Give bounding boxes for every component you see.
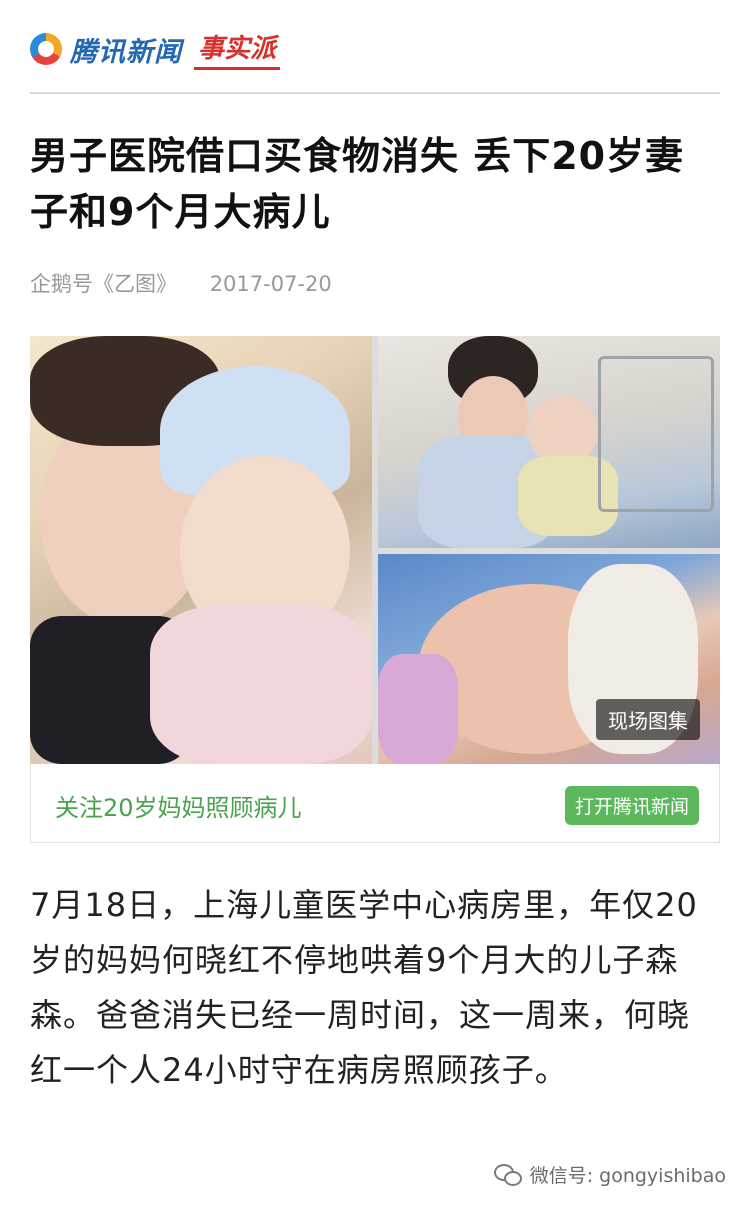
wechat-watermark: 微信号: gongyishibao (493, 1161, 726, 1188)
open-app-button[interactable]: 打开腾讯新闻 (564, 786, 699, 825)
article-title: 男子医院借口买食物消失 丢下20岁妻子和9个月大病儿 (30, 134, 685, 234)
gallery-photo-hospital-bed[interactable] (378, 336, 720, 548)
article-date: 2017-07-20 (209, 272, 332, 296)
gallery-photo-mother-and-baby[interactable] (30, 336, 372, 764)
baby-clothes-shape (150, 606, 372, 764)
wechat-icon (493, 1163, 522, 1186)
app-header: 腾讯新闻 事实派 (30, 24, 281, 74)
watermark-text: 微信号: gongyishibao (529, 1165, 726, 1187)
blanket-shape (378, 654, 458, 764)
article-meta: 企鹅号《乙图》 2017-07-20 (30, 268, 332, 298)
gallery-caption[interactable]: 关注20岁妈妈照顾病儿 (55, 788, 302, 823)
bed-rail-shape (598, 356, 714, 512)
tencent-news-logo-icon (30, 33, 62, 65)
brand-name: 腾讯新闻 (70, 36, 182, 68)
column-badge: 事实派 (194, 28, 281, 70)
gallery-badge[interactable]: 现场图集 (596, 699, 700, 740)
gallery-caption-bar: 关注20岁妈妈照顾病儿 打开腾讯新闻 (30, 764, 720, 843)
header-divider (30, 92, 720, 94)
photo-gallery[interactable]: 现场图集 (30, 336, 720, 764)
article-source[interactable]: 企鹅号《乙图》 (30, 272, 177, 296)
article-body: 7月18日，上海儿童医学中心病房里，年仅20岁的妈妈何晓红不停地哄着9个月大的儿… (30, 886, 698, 1089)
